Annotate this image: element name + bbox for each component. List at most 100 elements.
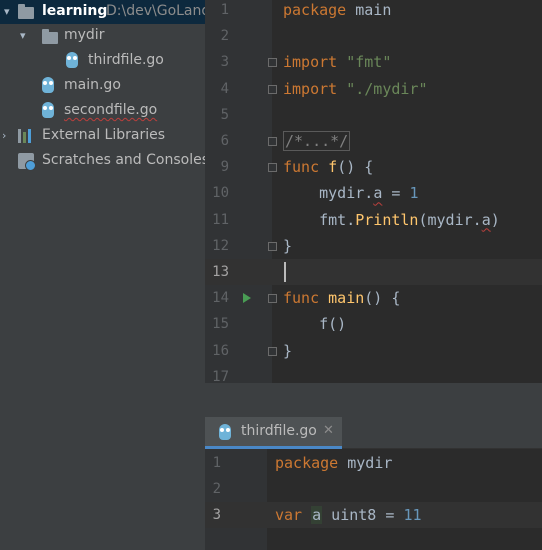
- code-token: import: [283, 79, 338, 98]
- code-text: package main: [283, 0, 391, 23]
- tree-file-label: main.go: [64, 77, 121, 93]
- code-token: =: [382, 184, 410, 203]
- tree-item-root[interactable]: ▾ learning D:\dev\GoLand: [0, 0, 205, 24]
- code-token: a: [481, 210, 491, 229]
- code-line[interactable]: 4 import "./mydir": [205, 76, 542, 102]
- code-line[interactable]: 10 mydir.a = 1: [205, 180, 542, 206]
- line-number: 3: [212, 507, 221, 523]
- code-text: f(): [283, 311, 346, 337]
- code-text: /*...*/: [283, 128, 351, 154]
- code-text: fmt.Println(mydir.a): [283, 207, 500, 233]
- line-number: 4: [220, 80, 229, 97]
- code-line[interactable]: 1 package main: [205, 0, 542, 23]
- code-token: fmt.: [283, 210, 356, 229]
- code-text: import "./mydir": [283, 76, 428, 102]
- code-token: package: [283, 1, 347, 19]
- line-number: 16: [212, 342, 229, 359]
- code-token: "./mydir": [346, 79, 428, 98]
- tree-item-thirdfile[interactable]: thirdfile.go: [0, 49, 205, 73]
- code-text: }: [283, 338, 292, 364]
- editor-tab-bar: thirdfile.go ✕: [205, 417, 542, 449]
- code-line[interactable]: 15 f(): [205, 311, 542, 337]
- fold-marker-icon[interactable]: [268, 84, 277, 94]
- tab-label: thirdfile.go: [241, 423, 317, 439]
- tab-thirdfile[interactable]: thirdfile.go ✕: [205, 417, 342, 449]
- chevron-right-icon[interactable]: ›: [2, 129, 6, 142]
- fold-marker-icon[interactable]: [268, 163, 277, 173]
- project-tree-panel: ▾ learning D:\dev\GoLand ▾ mydir thirdfi…: [0, 0, 205, 550]
- line-number: 1: [212, 455, 221, 471]
- code-text: }: [283, 233, 292, 259]
- code-token: }: [283, 341, 293, 360]
- line-number: 15: [212, 316, 229, 333]
- chevron-down-icon[interactable]: ▾: [20, 29, 26, 42]
- code-line[interactable]: 2: [205, 23, 542, 49]
- code-token: mydir.: [283, 184, 374, 203]
- split-divider[interactable]: [205, 383, 542, 417]
- code-line[interactable]: 17: [205, 364, 542, 383]
- fold-marker-icon[interactable]: [268, 58, 277, 68]
- code-line[interactable]: 3 var a uint8 = 11: [205, 502, 542, 528]
- code-line[interactable]: 16}: [205, 338, 542, 364]
- code-line[interactable]: 3 import "fmt": [205, 49, 542, 75]
- code-token: ): [490, 210, 500, 229]
- code-line[interactable]: 1 package mydir: [205, 450, 542, 476]
- folder-icon: [42, 29, 58, 44]
- code-token: a: [373, 184, 383, 203]
- code-text: package mydir: [275, 450, 392, 476]
- second-editor[interactable]: 1 package mydir 2 3 var a uint8 = 11: [205, 449, 542, 550]
- tree-root-label: learning: [42, 3, 108, 19]
- tree-item-external-libraries[interactable]: › External Libraries: [0, 124, 205, 148]
- code-line[interactable]: 9 func f() {: [205, 154, 542, 180]
- fold-marker-icon[interactable]: [268, 241, 277, 251]
- tree-item-secondfile[interactable]: secondfile.go: [0, 99, 205, 123]
- code-text: func f() {: [283, 154, 373, 180]
- code-token: a: [311, 506, 323, 524]
- code-text: mydir.a = 1: [283, 180, 418, 206]
- chevron-down-icon[interactable]: ▾: [4, 5, 10, 18]
- tree-libraries-label: External Libraries: [42, 127, 165, 143]
- code-text: var a uint8 = 11: [275, 502, 422, 528]
- line-number: 10: [212, 185, 229, 202]
- fold-marker-icon[interactable]: [268, 294, 277, 304]
- run-icon[interactable]: [243, 293, 251, 304]
- go-file-icon: [42, 102, 54, 118]
- code-line[interactable]: 2: [205, 476, 542, 502]
- code-token: f: [328, 158, 338, 177]
- main-editor[interactable]: 1 package main 2 3 import "fmt" 4 import "./my…: [205, 0, 542, 383]
- code-line[interactable]: 6 /*...*/: [205, 128, 542, 154]
- code-line[interactable]: 13: [205, 259, 542, 285]
- code-token: /*...*/: [283, 131, 351, 151]
- tree-item-mydir[interactable]: ▾ mydir: [0, 24, 205, 48]
- code-token: func: [283, 289, 320, 308]
- line-number: 17: [212, 368, 229, 383]
- line-number: 3: [220, 54, 229, 71]
- tree-file-label: thirdfile.go: [88, 52, 164, 68]
- code-line[interactable]: 5: [205, 102, 542, 128]
- close-icon[interactable]: ✕: [323, 423, 334, 438]
- code-token: f(): [283, 315, 347, 334]
- tree-folder-label: mydir: [64, 27, 105, 43]
- fold-marker-icon[interactable]: [268, 137, 277, 146]
- code-line[interactable]: 14 func main() {: [205, 285, 542, 311]
- tree-item-scratches[interactable]: Scratches and Consoles: [0, 149, 205, 173]
- tree-scratches-label: Scratches and Consoles: [42, 152, 205, 168]
- code-token: func: [283, 158, 320, 177]
- tree-file-label: secondfile.go: [64, 102, 158, 118]
- code-token: }: [283, 236, 293, 255]
- code-token: main: [328, 289, 365, 308]
- go-file-icon: [42, 77, 54, 93]
- code-token: () {: [364, 289, 401, 308]
- text-caret: [284, 262, 286, 282]
- code-line[interactable]: 12}: [205, 233, 542, 259]
- tree-item-main[interactable]: main.go: [0, 74, 205, 98]
- fold-marker-icon[interactable]: [268, 346, 277, 356]
- code-token: package: [275, 454, 339, 472]
- code-line[interactable]: 11 fmt.Println(mydir.a): [205, 207, 542, 233]
- line-number: 2: [220, 28, 229, 45]
- go-file-icon: [219, 424, 231, 440]
